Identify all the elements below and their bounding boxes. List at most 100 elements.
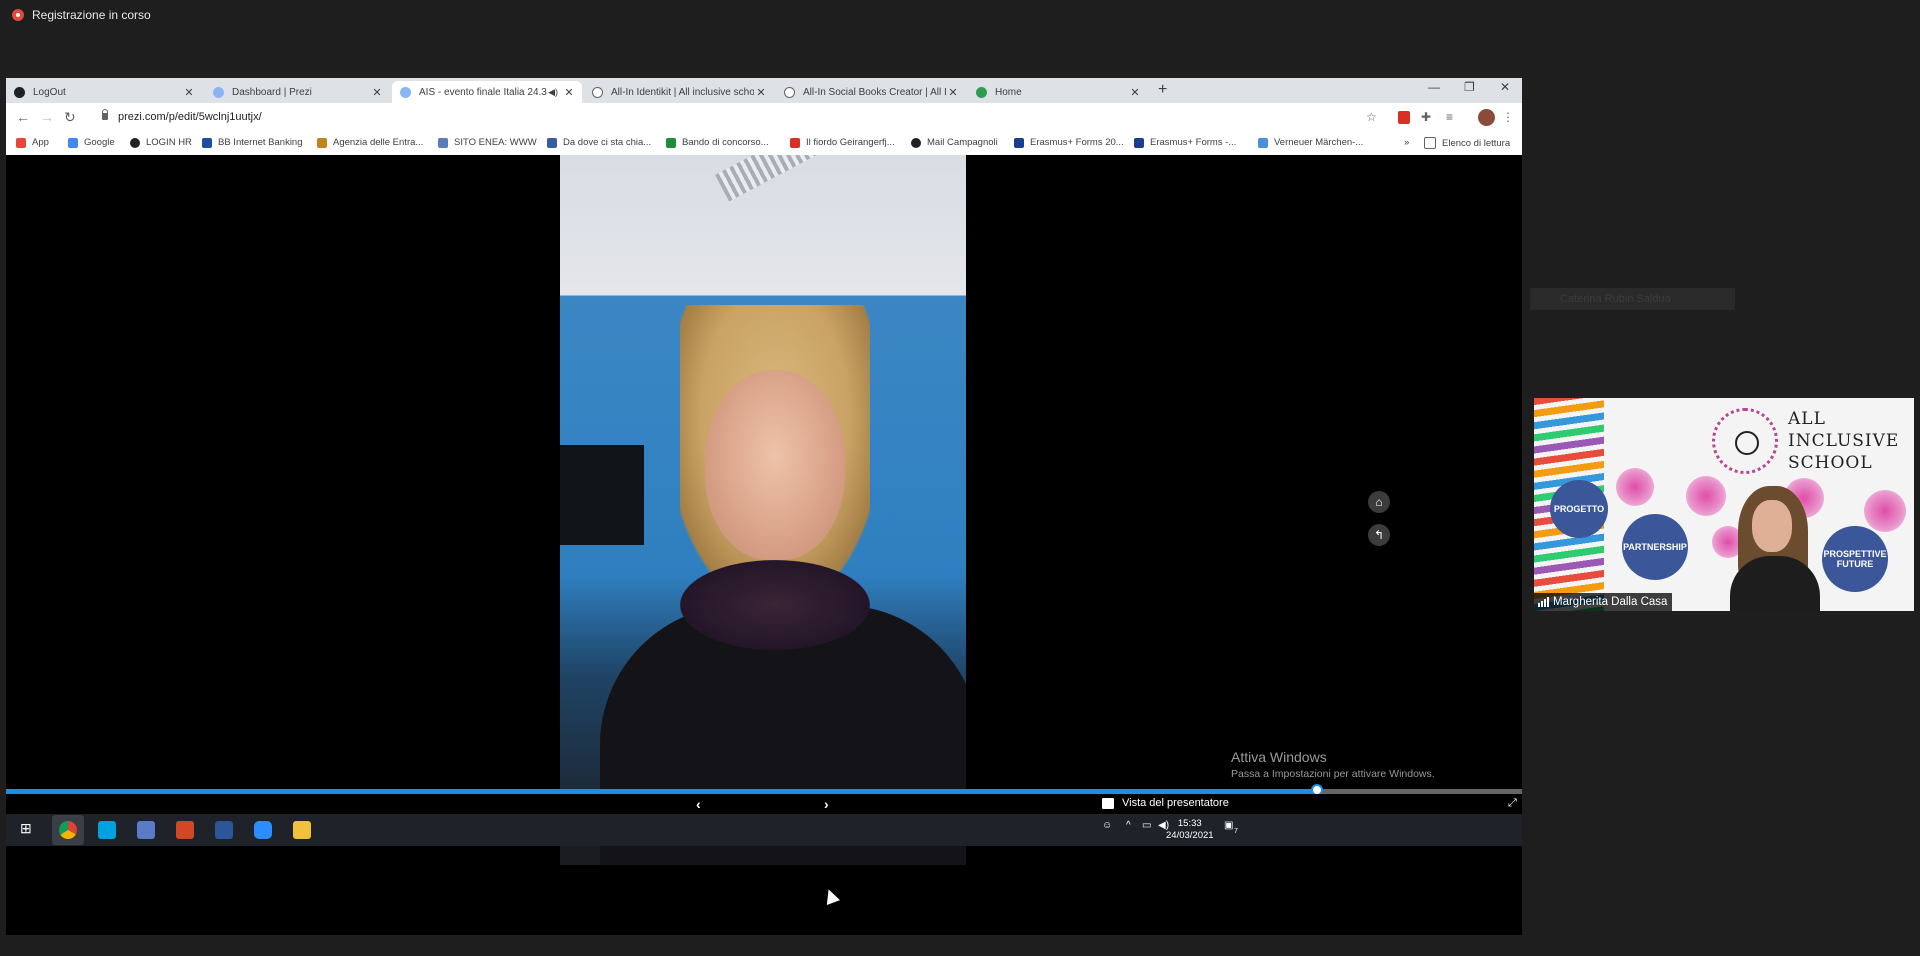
title-line: ALL xyxy=(1788,409,1826,429)
tab-identikit[interactable]: All-In Identikit | All inclusive scho ✕ xyxy=(584,81,774,103)
recording-indicator[interactable]: Registrazione in corso xyxy=(12,8,151,22)
shared-browser-window: LogOut ✕ Dashboard | Prezi ✕ AIS - event… xyxy=(6,78,1522,935)
chrome-icon[interactable] xyxy=(59,821,77,839)
clock-time: 15:33 xyxy=(1177,818,1202,829)
new-tab-plus-icon[interactable]: + xyxy=(1158,81,1167,99)
bookmark-label: Verneuer Märchen-... xyxy=(1274,137,1364,148)
bookmark-sito-enea[interactable]: SITO ENEA: WWW xyxy=(438,137,537,148)
tab-ais-evento[interactable]: AIS - evento finale Italia 24.3 ◀) ✕ xyxy=(392,81,582,103)
bookmark-mail[interactable]: Mail Campagnoli xyxy=(911,137,998,148)
bookmark-label: BB Internet Banking xyxy=(218,137,303,148)
network-tray-icon[interactable]: ▭ xyxy=(1142,820,1151,831)
fullscreen-icon[interactable]: ⤢ xyxy=(1508,797,1517,810)
window-close-icon[interactable]: ✕ xyxy=(1500,80,1510,94)
windows-start-icon[interactable]: ⊞ xyxy=(20,820,38,838)
tray-chevron-icon[interactable]: ^ xyxy=(1126,820,1131,831)
tab-title: All-In Social Books Creator | All In xyxy=(803,86,946,98)
bookmark-label: Mail Campagnoli xyxy=(927,137,998,148)
clock[interactable]: 15:33 24/03/2021 xyxy=(1166,818,1214,842)
bookmark-fiordo[interactable]: Il fiordo Geirangerfj... xyxy=(790,137,895,148)
star-icon[interactable]: ☆ xyxy=(1366,110,1377,124)
close-icon[interactable]: ✕ xyxy=(754,86,768,99)
profile-avatar[interactable] xyxy=(1478,109,1495,126)
notification-center-icon[interactable]: ▣ xyxy=(1224,820,1233,831)
reload-icon[interactable]: ↻ xyxy=(64,109,76,126)
close-icon[interactable]: ✕ xyxy=(946,86,960,99)
record-icon xyxy=(12,9,24,21)
activation-watermark-subtitle: Passa a Impostazioni per attivare Window… xyxy=(1231,768,1435,780)
ais-logo xyxy=(1712,408,1778,474)
tab-strip: LogOut ✕ Dashboard | Prezi ✕ AIS - event… xyxy=(6,78,1522,103)
participant-video-thumbnail[interactable]: PROGETTO PARTNERSHIP PROSPETTIVE FUTURE … xyxy=(1534,398,1914,611)
shield-icon xyxy=(547,137,557,148)
bookmark-bb-banking[interactable]: BB Internet Banking xyxy=(202,137,303,148)
close-icon[interactable]: ✕ xyxy=(182,86,196,99)
tab-dashboard[interactable]: Dashboard | Prezi ✕ xyxy=(205,81,390,103)
tab-social-books[interactable]: All-In Social Books Creator | All In ✕ xyxy=(776,81,966,103)
close-icon[interactable]: ✕ xyxy=(370,86,384,99)
home-icon[interactable]: ⌂ xyxy=(1368,491,1390,513)
bookmarks-overflow[interactable]: » xyxy=(1404,137,1409,148)
bookmarks-bar: App Google LOGIN HR BB Internet Banking … xyxy=(6,133,1522,156)
info-icon xyxy=(400,86,411,98)
pdf-extension-icon[interactable] xyxy=(1398,111,1410,124)
ais-title: ALL INCLUSIVE SCHOOL xyxy=(1788,408,1899,474)
bookmark-erasmus-1[interactable]: Erasmus+ Forms 20... xyxy=(1014,137,1124,148)
address-bar[interactable]: prezi.com/p/edit/5wclnj1uutjx/ xyxy=(118,111,262,123)
pink-dot xyxy=(1616,468,1654,506)
file-explorer-icon[interactable] xyxy=(293,821,311,839)
prezi-stage: ⌂ ↰ Attiva Windows Passa a Impostazioni … xyxy=(6,155,1522,935)
previous-slide-icon[interactable]: ‹ xyxy=(696,796,701,812)
bookmark-app[interactable]: App xyxy=(16,137,49,148)
enea-icon xyxy=(438,137,448,148)
bubble-prospettive: PROSPETTIVE FUTURE xyxy=(1822,526,1888,592)
extensions-puzzle-icon[interactable]: ✚ xyxy=(1421,110,1431,124)
network-icon[interactable] xyxy=(137,821,155,839)
minimize-icon[interactable]: — xyxy=(1428,80,1440,94)
reading-list[interactable]: Elenco di lettura xyxy=(1424,137,1510,149)
notification-count: 7 xyxy=(1234,828,1238,835)
restore-icon[interactable]: ❐ xyxy=(1464,80,1475,94)
people-icon[interactable]: ☺ xyxy=(1102,820,1112,831)
bookmark-da-dove[interactable]: Da dove ci sta chia... xyxy=(547,137,651,148)
menu-kebab-icon[interactable]: ⋮ xyxy=(1502,110,1514,124)
close-icon[interactable]: ✕ xyxy=(1128,86,1142,99)
title-line: SCHOOL xyxy=(1788,453,1873,473)
bookmark-label: Da dove ci sta chia... xyxy=(563,137,652,148)
forward-arrow-icon[interactable]: → xyxy=(40,109,54,125)
video-embed xyxy=(560,155,966,865)
zoom-out-arrow-icon[interactable]: ↰ xyxy=(1368,524,1390,546)
fur-collar xyxy=(680,560,870,650)
bookmark-google[interactable]: Google xyxy=(68,137,115,148)
tab-title: AIS - evento finale Italia 24.3 xyxy=(419,86,547,98)
person-face xyxy=(705,370,845,560)
speaker-icon[interactable]: ◀) xyxy=(548,87,558,98)
bookmark-verneuer[interactable]: Verneuer Märchen-... xyxy=(1258,137,1363,148)
presenter-figure xyxy=(1730,486,1820,611)
apps-grid-icon xyxy=(16,137,26,148)
tab-title: All-In Identikit | All inclusive scho xyxy=(611,86,754,98)
eu-flag-icon xyxy=(1134,137,1144,148)
site-icon xyxy=(1258,137,1268,148)
presenter-view-button[interactable]: Vista del presentatore xyxy=(1102,797,1229,809)
word-icon[interactable] xyxy=(215,821,233,839)
tab-home[interactable]: Home ✕ xyxy=(968,81,1148,103)
skype-icon[interactable] xyxy=(98,821,116,839)
zoom-app-icon[interactable] xyxy=(254,821,272,839)
reading-mode-icon[interactable]: ≡ xyxy=(1446,110,1453,124)
close-icon[interactable]: ✕ xyxy=(562,86,576,99)
reading-list-icon xyxy=(1424,137,1436,149)
next-slide-icon[interactable]: › xyxy=(824,796,829,812)
bookmark-bando[interactable]: Bando di concorso... xyxy=(666,137,769,148)
reading-list-label: Elenco di lettura xyxy=(1442,137,1511,149)
ceiling-light xyxy=(715,155,915,202)
bookmark-login-hr[interactable]: LOGIN HR xyxy=(130,137,192,148)
bookmark-label: Agenzia delle Entra... xyxy=(333,137,424,148)
bookmark-erasmus-2[interactable]: Erasmus+ Forms -... xyxy=(1134,137,1236,148)
bookmark-agenzia[interactable]: Agenzia delle Entra... xyxy=(317,137,423,148)
powerpoint-icon[interactable] xyxy=(176,821,194,839)
tab-logout[interactable]: LogOut ✕ xyxy=(6,81,202,103)
back-arrow-icon[interactable]: ← xyxy=(16,109,30,125)
presenter-view-label: Vista del presentatore xyxy=(1122,797,1229,809)
bubble-progetto: PROGETTO xyxy=(1550,480,1608,538)
